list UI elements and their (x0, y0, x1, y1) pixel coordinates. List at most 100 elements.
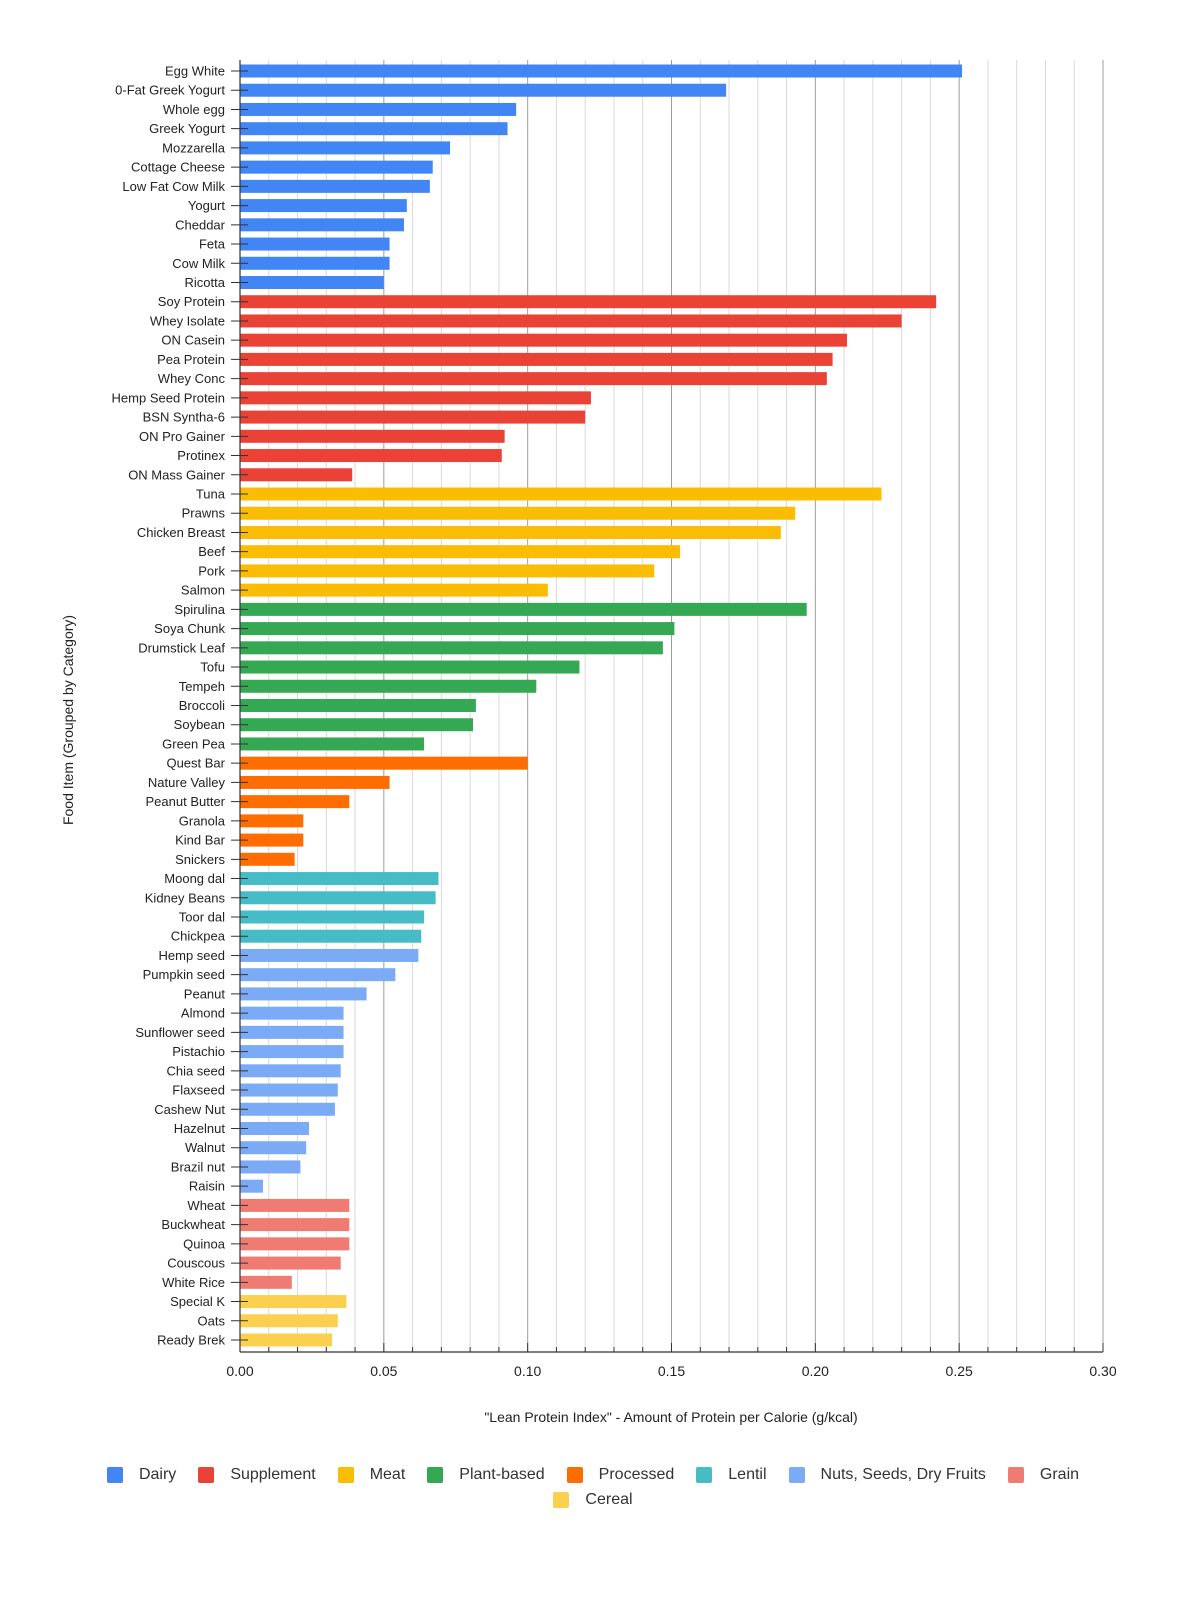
category-label: Tempeh (179, 679, 225, 694)
bar-pork (240, 564, 655, 578)
category-label: Flaxseed (172, 1083, 225, 1098)
category-label: Spirulina (174, 602, 225, 617)
category-label: Whole egg (163, 102, 225, 117)
legend-row: Dairy Supplement Meat Plant-based Processed L… (0, 1464, 1186, 1486)
category-label: Quest Bar (166, 756, 225, 771)
legend-item-plant-based: Plant-based (427, 1466, 545, 1484)
legend-label: Dairy (138, 1466, 177, 1483)
bar-hemp-seed-protein (240, 391, 591, 405)
bar-chart: Egg White 0-Fat Greek Yogurt Whole egg Gree… (60, 60, 1117, 1425)
bar-granola (240, 814, 304, 828)
x-tick-label: 0.10 (514, 1363, 541, 1379)
bar-peanut-butter (240, 795, 350, 809)
bar-chicken-breast (240, 525, 781, 539)
category-label: Pumpkin seed (143, 967, 225, 982)
category-label: Walnut (185, 1140, 225, 1155)
category-label: Feta (199, 237, 226, 252)
x-axis-title: "Lean Protein Index" - Amount of Protein… (484, 1409, 857, 1425)
bar-soy-protein (240, 295, 937, 309)
bar-wheat (240, 1198, 350, 1212)
category-label: Ready Brek (157, 1333, 225, 1348)
bar-pistachio (240, 1045, 344, 1059)
bar-greek-yogurt (240, 122, 508, 136)
bar-peanut (240, 987, 367, 1001)
bar-on-casein (240, 333, 847, 347)
category-label: Chia seed (166, 1063, 225, 1078)
bar-whey-conc (240, 372, 827, 386)
legend-swatch (566, 1467, 583, 1483)
legend-swatch (337, 1467, 354, 1483)
x-tick-label: 0.00 (226, 1363, 253, 1379)
category-label: Chicken Breast (137, 525, 226, 540)
bar-feta (240, 237, 390, 251)
category-label: Buckwheat (161, 1217, 225, 1232)
x-tick-label: 0.05 (370, 1363, 397, 1379)
category-label: Chickpea (171, 929, 226, 944)
category-label: Special K (170, 1294, 225, 1309)
category-label: Drumstick Leaf (138, 640, 225, 655)
bar-oats (240, 1314, 338, 1328)
bar-almond (240, 1006, 344, 1020)
x-tick-label: 0.30 (1089, 1363, 1116, 1379)
category-label: Toor dal (179, 910, 225, 925)
category-label: Greek Yogurt (149, 121, 225, 136)
category-label: Ricotta (185, 275, 226, 290)
bar-yogurt (240, 199, 407, 213)
category-label: Couscous (167, 1256, 225, 1271)
bar-broccoli (240, 699, 476, 712)
category-label: Pea Protein (157, 352, 225, 367)
legend-label: Cereal (585, 1491, 633, 1508)
bar-snickers (240, 852, 295, 866)
category-label: Prawns (182, 506, 226, 521)
bar-brazil-nut (240, 1160, 301, 1174)
legend-item-lentil: Lentil (696, 1466, 767, 1484)
bar-on-mass-gainer (240, 468, 353, 482)
legend-row: Cereal (0, 1489, 1186, 1511)
bar-low-fat-cow-milk (240, 179, 430, 193)
category-label: Protinex (177, 448, 225, 463)
bar-special-k (240, 1295, 347, 1309)
category-label: BSN Syntha-6 (143, 410, 225, 425)
category-label: Snickers (175, 852, 225, 867)
bar-cottage-cheese (240, 160, 433, 174)
category-label: Moong dal (164, 871, 225, 886)
category-label: ON Mass Gainer (128, 467, 225, 482)
bar-salmon (240, 583, 548, 597)
category-label: Nature Valley (148, 775, 226, 790)
bar-prawns (240, 506, 796, 520)
category-label: Pork (198, 563, 225, 578)
category-label: Broccoli (179, 698, 225, 713)
category-label: Low Fat Cow Milk (122, 179, 225, 194)
category-label: Peanut (184, 986, 226, 1001)
bar-0-fat-greek-yogurt (240, 83, 727, 97)
legend-label: Plant-based (459, 1466, 545, 1483)
legend: Dairy Supplement Meat Plant-based Processed L… (0, 1464, 1186, 1514)
bar-cow-milk (240, 256, 390, 270)
bar-on-pro-gainer (240, 429, 505, 443)
bar-hemp-seed (240, 948, 419, 962)
x-tick-label: 0.15 (658, 1363, 685, 1379)
legend-label: Grain (1039, 1466, 1080, 1483)
legend-item-meat: Meat (337, 1466, 406, 1484)
legend-item-supplement: Supplement (198, 1466, 316, 1484)
legend-swatch (788, 1467, 805, 1483)
category-label: Oats (198, 1313, 226, 1328)
legend-swatch (696, 1467, 713, 1483)
category-label: Wheat (187, 1198, 225, 1213)
category-label: Tofu (200, 660, 225, 675)
x-tick-label: 0.20 (802, 1363, 829, 1379)
legend-label: Meat (369, 1466, 406, 1483)
category-label: Peanut Butter (146, 794, 226, 809)
bar-cashew-nut (240, 1102, 335, 1116)
category-label: Almond (181, 1006, 225, 1021)
category-label: Tuna (196, 487, 226, 502)
bar-soya-chunk (240, 622, 675, 636)
category-label: Cow Milk (172, 256, 225, 271)
bar-hazelnut (240, 1122, 310, 1135)
bar-sunflower-seed (240, 1025, 344, 1039)
category-label: Whey Conc (158, 371, 226, 386)
category-label: Yogurt (188, 198, 225, 213)
bar-spirulina (240, 602, 807, 616)
bar-kidney-beans (240, 891, 436, 905)
bar-chickpea (240, 929, 422, 943)
